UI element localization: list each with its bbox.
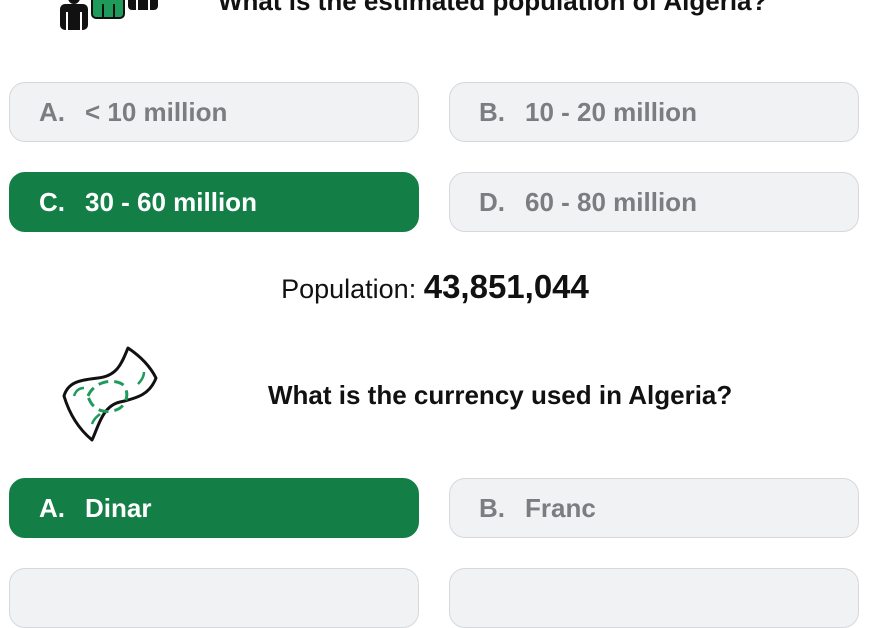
option-b[interactable]: B. Franc <box>449 478 859 538</box>
option-d[interactable] <box>449 568 859 628</box>
answer-value: 43,851,044 <box>423 268 589 305</box>
banknote-icon <box>62 346 158 442</box>
option-label: Dinar <box>85 492 152 523</box>
people-icon <box>60 0 158 30</box>
option-label: Franc <box>525 492 596 523</box>
option-b[interactable]: B. 10 - 20 million <box>449 82 859 142</box>
option-label: 10 - 20 million <box>525 96 697 127</box>
question-title: What is the currency used in Algeria? <box>268 380 733 410</box>
option-a[interactable]: A. Dinar <box>9 478 419 538</box>
option-d[interactable]: D. 60 - 80 million <box>449 172 859 232</box>
option-letter: D. <box>479 186 505 217</box>
option-letter: A. <box>39 492 65 523</box>
option-label: < 10 million <box>85 96 228 127</box>
option-c[interactable] <box>9 568 419 628</box>
option-label: 30 - 60 million <box>85 186 257 217</box>
option-a[interactable]: A. < 10 million <box>9 82 419 142</box>
option-letter: C. <box>39 186 65 217</box>
option-letter: B. <box>479 96 505 127</box>
option-letter: A. <box>39 96 65 127</box>
question-title: What is the estimated population of Alge… <box>218 0 768 16</box>
option-label: 60 - 80 million <box>525 186 697 217</box>
answer-label: Population: <box>281 274 417 304</box>
answer-reveal: Population: 43,851,044 <box>0 268 870 306</box>
option-c[interactable]: C. 30 - 60 million <box>9 172 419 232</box>
option-letter: B. <box>479 492 505 523</box>
